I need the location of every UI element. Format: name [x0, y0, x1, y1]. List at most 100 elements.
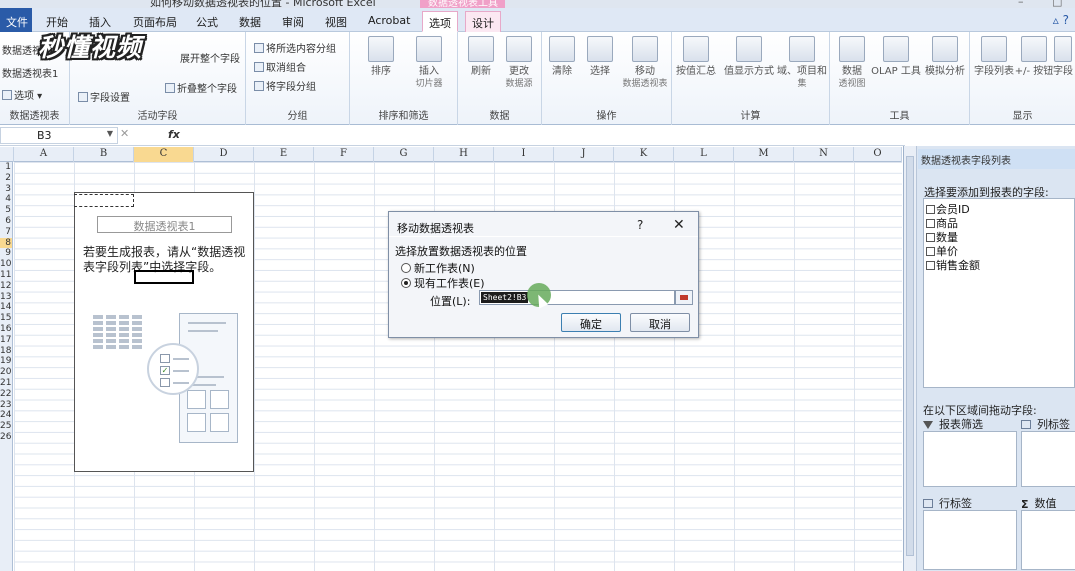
column-header[interactable]: F — [314, 147, 374, 162]
row-labels-drop-area[interactable] — [923, 510, 1017, 570]
row-header[interactable]: 10 — [0, 259, 12, 270]
tab-acrobat[interactable]: Acrobat — [362, 11, 416, 32]
olap-tools-button[interactable]: OLAP 工具 — [870, 36, 922, 78]
radio-new-worksheet[interactable]: 新工作表(N) — [401, 260, 475, 276]
active-cell[interactable] — [134, 270, 194, 284]
pivottable-name-input[interactable]: 数据透视表1 — [2, 65, 58, 80]
row-header[interactable]: 26 — [0, 432, 12, 443]
change-source-button[interactable]: 更改 数据源 — [496, 36, 542, 91]
column-header[interactable]: H — [434, 147, 494, 162]
fields-items-sets-button[interactable]: 域、项目和集 — [776, 36, 828, 91]
row-header[interactable]: 15 — [0, 313, 12, 324]
row-header[interactable]: 20 — [0, 367, 12, 378]
maximize-icon[interactable]: □ — [1052, 0, 1062, 8]
row-header[interactable]: 19 — [0, 356, 12, 367]
vertical-scrollbar[interactable] — [904, 146, 917, 571]
move-pivottable-button[interactable]: 移动 数据透视表 — [618, 36, 672, 91]
column-header[interactable]: D — [194, 147, 254, 162]
row-header[interactable]: 1 — [0, 162, 12, 173]
row-header[interactable]: 16 — [0, 324, 12, 335]
row-header[interactable]: 18 — [0, 346, 12, 357]
row-header[interactable]: 21 — [0, 378, 12, 389]
cancel-icon[interactable]: ✕ — [120, 127, 129, 140]
ungroup-button[interactable]: 取消组合 — [254, 59, 306, 74]
checkbox-icon[interactable] — [926, 205, 935, 214]
group-field-button[interactable]: 将字段分组 — [254, 78, 316, 93]
column-header[interactable]: N — [794, 147, 854, 162]
group-selection-button[interactable]: 将所选内容分组 — [254, 40, 336, 55]
insert-function-icon[interactable]: fx — [168, 128, 180, 141]
tab-review[interactable]: 审阅 — [276, 11, 310, 32]
row-header[interactable]: 9 — [0, 248, 12, 259]
column-header[interactable]: M — [734, 147, 794, 162]
tab-formulas[interactable]: 公式 — [190, 11, 224, 32]
row-header[interactable]: 4 — [0, 194, 12, 205]
help-icon[interactable]: ▵ ? — [1053, 13, 1069, 27]
location-input[interactable]: Sheet2!B3 — [479, 290, 675, 305]
column-labels-drop-area[interactable] — [1021, 431, 1075, 487]
collapse-dialog-icon[interactable] — [675, 290, 693, 305]
values-drop-area[interactable] — [1021, 510, 1075, 570]
report-filter-drop-area[interactable] — [923, 431, 1017, 487]
row-header[interactable]: 8 — [0, 237, 12, 249]
row-header[interactable]: 12 — [0, 281, 12, 292]
row-header[interactable]: 3 — [0, 184, 12, 195]
field-list-button[interactable]: 字段列表 — [972, 36, 1016, 78]
minimize-icon[interactable]: – — [1018, 0, 1024, 8]
collapse-field-button[interactable]: 折叠整个字段 — [165, 80, 237, 95]
expand-field-button[interactable]: 展开整个字段 — [180, 50, 240, 65]
column-header[interactable]: J — [554, 147, 614, 162]
row-header[interactable]: 7 — [0, 227, 12, 238]
row-header[interactable]: 2 — [0, 173, 12, 184]
select-all-corner[interactable] — [0, 147, 14, 162]
options-button[interactable]: 选项 ▾ — [2, 87, 42, 102]
row-header[interactable]: 22 — [0, 389, 12, 400]
column-header[interactable]: I — [494, 147, 554, 162]
chevron-down-icon[interactable]: ▼ — [107, 129, 113, 138]
tab-options[interactable]: 选项 — [422, 11, 458, 32]
checkbox-icon[interactable] — [926, 233, 935, 242]
scrollbar-thumb[interactable] — [906, 156, 914, 556]
column-header[interactable]: A — [14, 147, 74, 162]
field-item[interactable]: 销售金额 — [926, 257, 980, 273]
close-icon[interactable]: ✕ — [673, 217, 685, 233]
row-header[interactable]: 5 — [0, 205, 12, 216]
pivottable-placeholder[interactable]: 数据透视表1 若要生成报表，请从“数据透视表字段列表”中选择字段。 ✓ — [74, 192, 254, 472]
tab-data[interactable]: 数据 — [233, 11, 267, 32]
row-header[interactable]: 24 — [0, 410, 12, 421]
pivotchart-button[interactable]: 数据 透视图 — [832, 36, 872, 91]
column-header-selected[interactable]: C — [134, 147, 194, 162]
column-header[interactable]: O — [854, 147, 902, 162]
row-header[interactable]: 23 — [0, 400, 12, 411]
column-header[interactable]: G — [374, 147, 434, 162]
tab-file[interactable]: 文件 — [0, 8, 32, 32]
column-header[interactable]: E — [254, 147, 314, 162]
tab-design[interactable]: 设计 — [465, 11, 501, 32]
checkbox-icon[interactable] — [926, 261, 935, 270]
row-header[interactable]: 25 — [0, 421, 12, 432]
clear-button[interactable]: 清除 — [542, 36, 582, 78]
sort-button[interactable]: 排序 — [358, 36, 404, 78]
what-if-button[interactable]: 模拟分析 — [920, 36, 970, 78]
row-header[interactable]: 11 — [0, 270, 12, 281]
row-header[interactable]: 6 — [0, 216, 12, 227]
column-header[interactable]: B — [74, 147, 134, 162]
insert-slicer-button[interactable]: 插入 切片器 — [406, 36, 452, 91]
summarize-by-button[interactable]: 按值汇总 — [674, 36, 718, 78]
field-settings-button[interactable]: 字段设置 — [78, 89, 130, 104]
column-header[interactable]: K — [614, 147, 674, 162]
radio-existing-worksheet[interactable]: 现有工作表(E) — [401, 275, 485, 291]
row-header[interactable]: 17 — [0, 335, 12, 346]
row-header[interactable]: 14 — [0, 302, 12, 313]
help-icon[interactable]: ? — [637, 218, 643, 232]
select-button[interactable]: 选择 — [580, 36, 620, 78]
checkbox-icon[interactable] — [926, 247, 935, 256]
show-values-as-button[interactable]: 值显示方式 — [722, 36, 776, 78]
row-header[interactable]: 13 — [0, 292, 12, 303]
ok-button[interactable]: 确定 — [561, 313, 621, 332]
field-headers-button[interactable]: 字段 — [1052, 36, 1074, 78]
name-box[interactable]: B3 ▼ — [0, 127, 118, 144]
plus-minus-button[interactable]: +/- 按钮 — [1014, 36, 1054, 78]
cancel-button[interactable]: 取消 — [630, 313, 690, 332]
checkbox-icon[interactable] — [926, 219, 935, 228]
